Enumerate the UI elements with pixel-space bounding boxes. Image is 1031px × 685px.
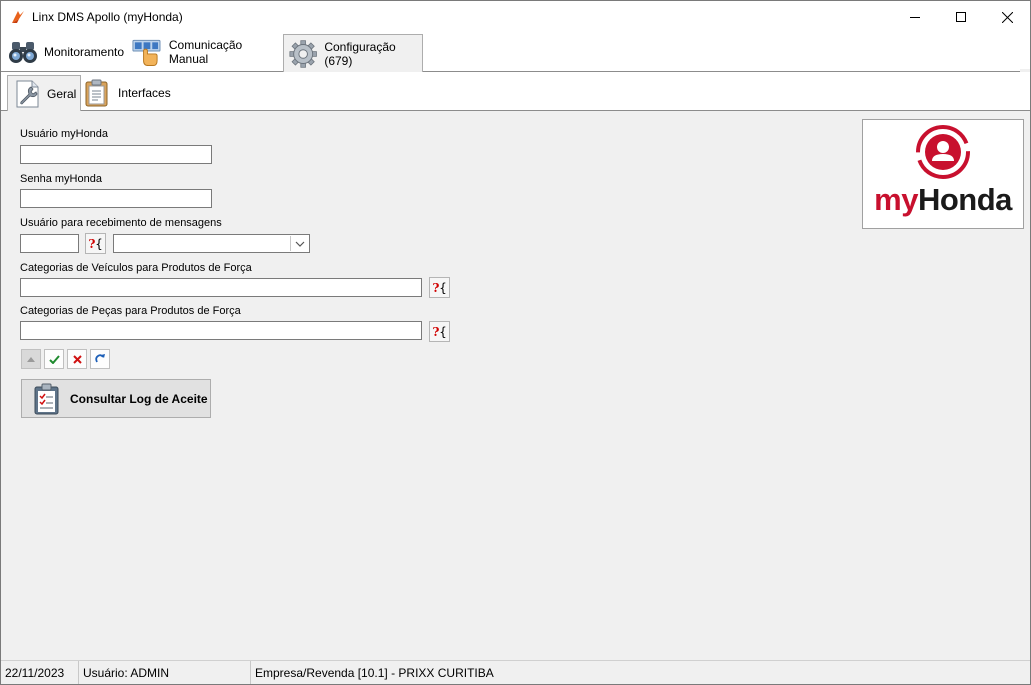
usuario-myhonda-label: Usuário myHonda	[20, 128, 109, 140]
gear-icon	[289, 39, 317, 68]
tab-label: Geral	[47, 86, 77, 101]
usuario-mensagens-lookup-button[interactable]: ?{	[85, 233, 106, 254]
main-tab-bar: Monitoramento Comunicação Manual Configu…	[1, 33, 1020, 72]
tab-comunicacao-manual[interactable]: Comunicação Manual	[131, 35, 281, 69]
tab-label: Comunicação Manual	[168, 38, 243, 66]
lookup-icon: ?	[88, 236, 96, 251]
senha-myhonda-label: Senha myHonda	[20, 173, 102, 185]
wrench-icon	[16, 80, 39, 107]
title-bar[interactable]: Linx DMS Apollo (myHonda)	[1, 1, 1030, 33]
myhonda-logo: myHonda	[862, 119, 1024, 229]
user-circle-icon	[916, 125, 970, 179]
confirm-button[interactable]	[44, 349, 64, 369]
minimize-icon	[910, 17, 920, 18]
categorias-veiculos-input[interactable]	[20, 278, 422, 297]
tab-interfaces[interactable]: Interfaces	[83, 76, 183, 110]
categorias-pecas-input[interactable]	[20, 321, 422, 340]
app-window: Linx DMS Apollo (myHonda) Monitoramento …	[0, 0, 1031, 685]
triangle-up-icon	[27, 357, 35, 362]
lookup-icon: ?	[432, 324, 440, 339]
tab-label: Monitoramento	[44, 45, 125, 59]
edit-button[interactable]	[21, 349, 41, 369]
hand-pointer-icon	[132, 39, 161, 67]
tab-label: Interfaces	[118, 86, 171, 100]
status-company: Empresa/Revenda [10.1] - PRIXX CURITIBA	[255, 666, 494, 680]
tab-label: Configuração (679)	[324, 39, 396, 68]
scrollbar-strip	[1020, 33, 1030, 69]
checklist-icon	[34, 383, 59, 414]
refresh-button[interactable]	[90, 349, 110, 369]
tab-geral[interactable]: Geral	[7, 75, 81, 111]
usuario-mensagens-select[interactable]	[113, 234, 310, 253]
refresh-icon	[95, 354, 105, 363]
status-user: Usuário: ADMIN	[79, 661, 251, 684]
categorias-veiculos-label: Categorias de Veículos para Produtos de …	[20, 262, 252, 274]
tab-configuracao[interactable]: Configuração (679)	[283, 34, 423, 72]
consultar-log-aceite-label: Consultar Log de Aceite	[70, 391, 208, 406]
tab-monitoramento[interactable]: Monitoramento	[7, 35, 129, 69]
maximize-icon	[956, 12, 966, 22]
lookup-icon: ?	[432, 280, 440, 295]
window-title: Linx DMS Apollo (myHonda)	[32, 10, 183, 24]
close-button[interactable]	[984, 1, 1030, 33]
geral-panel: Usuário myHonda Senha myHonda Usuário pa…	[1, 111, 1030, 660]
usuario-mensagens-code-input[interactable]	[20, 234, 79, 253]
clipboard-icon	[85, 79, 108, 107]
usuario-myhonda-input[interactable]	[20, 145, 212, 164]
minimize-button[interactable]	[892, 1, 938, 33]
close-icon	[72, 354, 82, 364]
cancel-button[interactable]	[67, 349, 87, 369]
categorias-pecas-lookup-button[interactable]: ?{	[429, 321, 450, 342]
close-icon	[1001, 11, 1013, 23]
categorias-veiculos-lookup-button[interactable]: ?{	[429, 277, 450, 298]
maximize-button[interactable]	[938, 1, 984, 33]
consultar-log-aceite-button[interactable]: Consultar Log de Aceite	[21, 379, 211, 418]
status-date: 22/11/2023	[1, 661, 79, 684]
sub-tab-bar: Geral Interfaces	[1, 72, 1030, 111]
binoculars-icon	[9, 42, 37, 63]
status-bar: 22/11/2023 Usuário: ADMIN Empresa/Revend…	[1, 660, 1030, 684]
linx-app-icon	[12, 11, 24, 23]
chevron-down-icon[interactable]	[290, 236, 308, 251]
usuario-mensagens-label: Usuário para recebimento de mensagens	[20, 217, 222, 229]
myhonda-wordmark: myHonda	[874, 182, 1012, 217]
senha-myhonda-input[interactable]	[20, 189, 212, 208]
check-icon	[48, 354, 60, 364]
categorias-pecas-label: Categorias de Peças para Produtos de For…	[20, 305, 241, 317]
